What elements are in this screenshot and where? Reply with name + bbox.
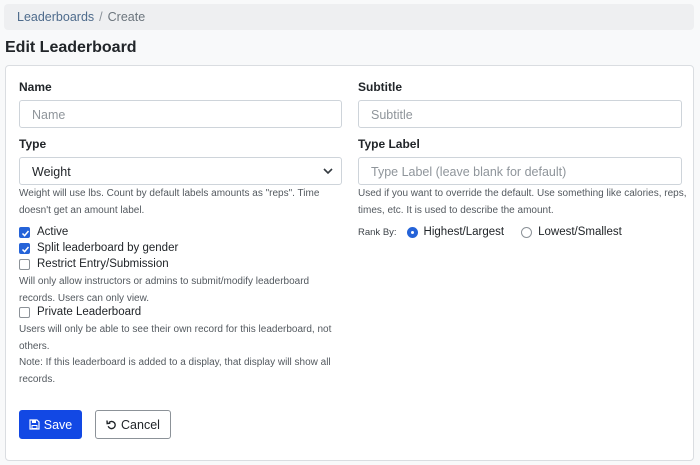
floppy-disk-icon <box>29 419 40 430</box>
type-label-input[interactable]: Type Label (leave blank for default) <box>358 157 682 185</box>
private-leaderboard-help-text: Users will only be able to see their own… <box>19 324 332 352</box>
rank-by-group: Rank By: Highest/Largest Lowest/Smallest <box>358 226 622 238</box>
restrict-entry-checkbox-row[interactable]: Restrict Entry/Submission <box>19 258 169 270</box>
cancel-button-label: Cancel <box>121 417 160 432</box>
type-select-value: Weight <box>32 165 71 179</box>
type-label: Type <box>19 137 47 151</box>
active-checkbox-label: Active <box>37 226 69 238</box>
undo-icon <box>106 420 116 430</box>
edit-form-card: Name Name Subtitle Subtitle Type Weight … <box>5 65 694 461</box>
name-input[interactable]: Name <box>19 100 342 128</box>
rank-highest-radio[interactable] <box>406 226 418 238</box>
breadcrumb-current: Create <box>107 10 146 24</box>
check-icon <box>21 246 30 253</box>
breadcrumb: Leaderboards / Create <box>4 4 694 30</box>
private-leaderboard-checkbox-row[interactable]: Private Leaderboard <box>19 306 141 318</box>
private-leaderboard-checkbox-label: Private Leaderboard <box>37 306 142 318</box>
rank-lowest-radio[interactable] <box>521 226 533 238</box>
restrict-entry-help-text: Will only allow instructors or admins to… <box>19 276 310 304</box>
type-label-help-text: Used if you want to override the default… <box>358 188 687 216</box>
private-leaderboard-note: Note: If this leaderboard is added to a … <box>19 357 331 385</box>
breadcrumb-link-leaderboards[interactable]: Leaderboards <box>17 10 94 24</box>
cancel-button[interactable]: Cancel <box>95 410 171 439</box>
save-button-label: Save <box>43 417 73 432</box>
rank-lowest-label[interactable]: Lowest/Smallest <box>538 226 622 238</box>
name-label: Name <box>19 80 52 94</box>
type-select[interactable]: Weight <box>19 157 342 185</box>
active-checkbox-row[interactable]: Active <box>19 226 68 238</box>
rank-highest-label[interactable]: Highest/Largest <box>424 226 505 238</box>
active-checkbox[interactable] <box>19 226 30 238</box>
chevron-down-icon <box>323 168 333 175</box>
subtitle-label: Subtitle <box>358 80 402 94</box>
subtitle-input[interactable]: Subtitle <box>358 100 682 128</box>
type-help-text: Weight will use lbs. Count by default la… <box>19 188 320 216</box>
restrict-entry-checkbox-label: Restrict Entry/Submission <box>37 258 169 270</box>
split-gender-checkbox[interactable] <box>19 242 30 254</box>
private-leaderboard-checkbox[interactable] <box>19 306 30 318</box>
breadcrumb-separator: / <box>99 10 103 24</box>
save-button[interactable]: Save <box>19 410 82 439</box>
split-gender-checkbox-row[interactable]: Split leaderboard by gender <box>19 242 178 254</box>
check-icon <box>21 230 30 237</box>
page-title: Edit Leaderboard <box>5 39 137 56</box>
split-gender-checkbox-label: Split leaderboard by gender <box>37 242 179 254</box>
restrict-entry-checkbox[interactable] <box>19 258 30 270</box>
type-label-label: Type Label <box>358 137 420 151</box>
rank-by-label: Rank By: <box>358 226 397 238</box>
